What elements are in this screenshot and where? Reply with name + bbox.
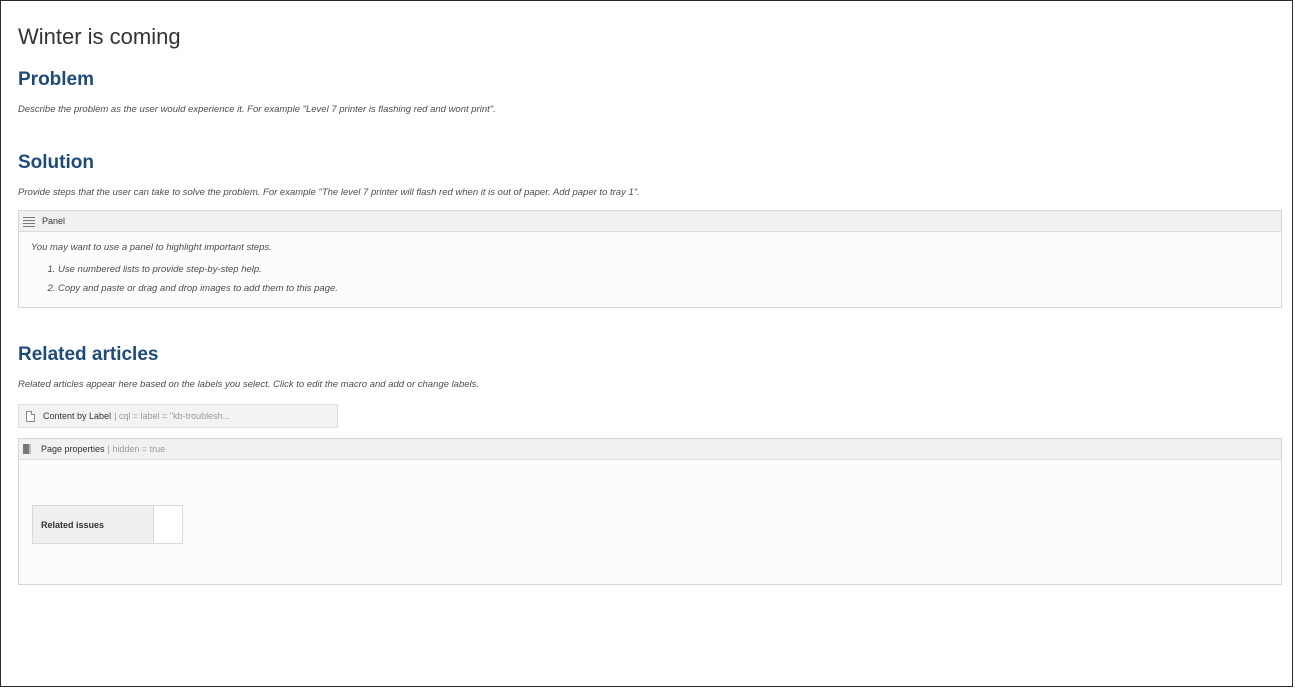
- page-title[interactable]: Winter is coming: [18, 22, 1282, 52]
- content-by-label-macro[interactable]: Content by Label | cql = label = "kb-tro…: [18, 404, 338, 428]
- solution-hint[interactable]: Provide steps that the user can take to …: [18, 186, 1282, 200]
- panel-macro-title: Panel: [42, 216, 66, 226]
- content-by-label-params: | cql = label = "kb-troublesh...: [114, 411, 231, 421]
- panel-macro-header[interactable]: Panel: [19, 211, 1281, 232]
- page-properties-body: Related issues: [19, 460, 1281, 544]
- page-properties-macro[interactable]: Page properties | hidden = true Related …: [18, 438, 1282, 585]
- related-issues-table: Related issues: [32, 505, 183, 544]
- page-properties-params: | hidden = true: [107, 444, 166, 454]
- list-item[interactable]: Copy and paste or drag and drop images t…: [58, 282, 1275, 295]
- table-row: Related issues: [32, 505, 183, 544]
- solution-heading[interactable]: Solution: [18, 150, 1282, 176]
- document-icon: [26, 410, 35, 422]
- content-by-label-name: Content by Label: [43, 411, 112, 421]
- list-item[interactable]: Use numbered lists to provide step-by-st…: [58, 263, 1275, 276]
- lines-icon: [23, 216, 35, 227]
- problem-hint[interactable]: Describe the problem as the user would e…: [18, 103, 1282, 117]
- problem-heading[interactable]: Problem: [18, 67, 1282, 93]
- steps-list: Use numbered lists to provide step-by-st…: [31, 263, 1275, 295]
- page-properties-header[interactable]: Page properties | hidden = true: [19, 439, 1281, 460]
- related-issues-value-cell[interactable]: [153, 505, 183, 544]
- page-properties-name: Page properties: [41, 444, 105, 454]
- panel-intro[interactable]: You may want to use a panel to highlight…: [31, 241, 1275, 254]
- panel-macro-body[interactable]: You may want to use a panel to highlight…: [19, 232, 1281, 307]
- related-articles-heading[interactable]: Related articles: [18, 342, 1282, 368]
- related-articles-hint[interactable]: Related articles appear here based on th…: [18, 378, 1282, 392]
- page-properties-icon: [23, 444, 31, 454]
- panel-macro[interactable]: Panel You may want to use a panel to hig…: [18, 210, 1282, 308]
- page-content[interactable]: Winter is coming Problem Describe the pr…: [18, 18, 1282, 585]
- related-issues-header-cell[interactable]: Related issues: [32, 505, 154, 544]
